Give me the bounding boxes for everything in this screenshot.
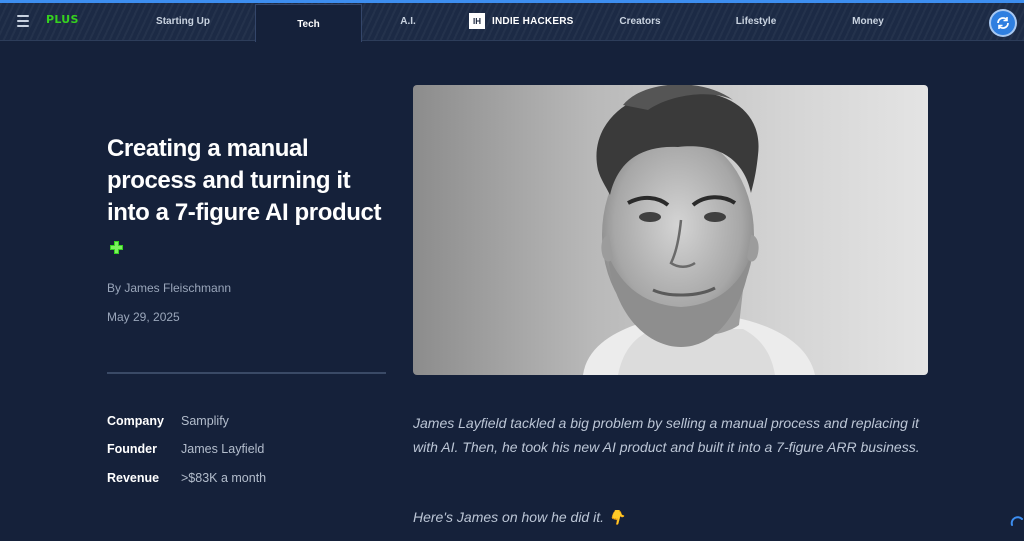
article-intro: James Layfield tackled a big problem by … — [413, 415, 920, 455]
meta-label: Revenue — [107, 471, 160, 485]
tab-money[interactable]: Money — [842, 3, 894, 40]
article-title-text: Creating a manual process and turning it… — [107, 135, 382, 226]
founder-photo — [413, 85, 928, 375]
meta-value: James Layfield — [181, 442, 265, 456]
indie-hackers-logo[interactable]: IH INDIE HACKERS — [469, 13, 574, 29]
avatar-icon[interactable] — [991, 11, 1015, 35]
meta-company: Company Samplify — [107, 414, 229, 428]
tab-ai[interactable]: A.I. — [388, 3, 428, 40]
plus-icon — [110, 231, 123, 263]
top-nav: PLUS Starting Up Tech A.I. IH INDIE HACK… — [0, 3, 1024, 42]
meta-label: Founder — [107, 442, 157, 456]
tab-lifestyle[interactable]: Lifestyle — [726, 3, 786, 40]
tab-creators[interactable]: Creators — [609, 3, 671, 40]
meta-founder: Founder James Layfield — [107, 442, 264, 456]
tab-starting-up[interactable]: Starting Up — [138, 3, 228, 40]
tab-tech[interactable]: Tech — [255, 4, 362, 42]
meta-value[interactable]: Samplify — [181, 414, 229, 428]
divider — [107, 372, 386, 374]
ih-logo-icon: IH — [469, 13, 485, 29]
meta-value: >$83K a month — [181, 471, 267, 485]
ih-logo-text: INDIE HACKERS — [492, 15, 574, 27]
loading-spinner-icon — [1010, 514, 1024, 528]
publish-date: May 29, 2025 — [107, 310, 180, 324]
author-byline[interactable]: By James Fleischmann — [107, 281, 231, 295]
meta-label: Company — [107, 414, 164, 428]
menu-icon[interactable] — [17, 15, 29, 27]
article-lead: Here's James on how he did it. 👇 — [413, 509, 626, 525]
article-title: Creating a manual process and turning it… — [107, 133, 387, 263]
meta-revenue: Revenue >$83K a month — [107, 471, 266, 485]
plus-logo[interactable]: PLUS — [46, 13, 79, 26]
